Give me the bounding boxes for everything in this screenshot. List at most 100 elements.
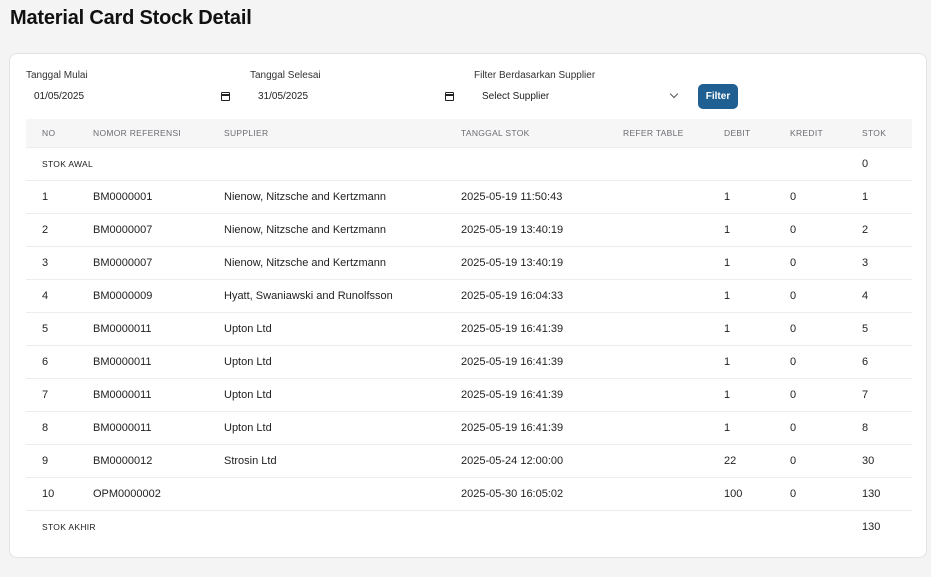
opening-stock-label: STOK AWAL — [42, 158, 94, 169]
cell-debit: 1 — [724, 289, 731, 302]
table-row: 8 BM0000011 Upton Ltd 2025-05-19 16:41:39 1 0… — [26, 411, 912, 444]
cell-refer — [623, 444, 724, 477]
table-row: 7 BM0000011 Upton Ltd 2025-05-19 16:41:39 1 0… — [26, 378, 912, 411]
cell-refer — [623, 411, 724, 444]
calendar-icon[interactable] — [221, 92, 230, 101]
table-row: 1 BM0000001 Nienow, Nitzsche and Kertzmann… — [26, 180, 912, 213]
cell-stok: 5 — [862, 322, 869, 335]
cell-no: 10 — [42, 487, 55, 500]
header-refer: REFER TABLE — [623, 127, 684, 138]
cell-stok: 7 — [862, 388, 869, 401]
cell-refer — [623, 345, 724, 378]
cell-ref: OPM0000002 — [93, 487, 161, 500]
stock-card: Tanggal Mulai 01/05/2025 Tanggal Selesai… — [9, 53, 927, 558]
start-date-input[interactable]: 01/05/2025 — [26, 86, 234, 106]
cell-date: 2025-05-19 16:41:39 — [461, 388, 564, 401]
cell-kredit: 0 — [790, 454, 797, 467]
cell-no: 4 — [42, 289, 49, 302]
cell-debit: 100 — [724, 487, 743, 500]
cell-kredit: 0 — [790, 355, 797, 368]
cell-debit: 1 — [724, 223, 731, 236]
cell-ref: BM0000001 — [93, 190, 153, 203]
cell-date: 2025-05-24 12:00:00 — [461, 454, 564, 467]
header-debit: DEBIT — [724, 127, 751, 138]
cell-kredit: 0 — [790, 322, 797, 335]
cell-date: 2025-05-19 11:50:43 — [461, 190, 563, 203]
table-row: 5 BM0000011 Upton Ltd 2025-05-19 16:41:39 1 0… — [26, 312, 912, 345]
calendar-icon[interactable] — [445, 92, 454, 101]
cell-stok: 3 — [862, 256, 869, 269]
cell-stok: 8 — [862, 421, 869, 434]
header-kredit: KREDIT — [790, 127, 823, 138]
cell-date: 2025-05-19 13:40:19 — [461, 256, 564, 269]
cell-supplier: Strosin Ltd — [224, 454, 277, 467]
cell-ref: BM0000011 — [93, 322, 152, 335]
cell-debit: 1 — [724, 190, 731, 203]
stock-table: NO NOMOR REFERENSI SUPPLIER TANGGAL STOK… — [26, 119, 912, 543]
cell-no: 3 — [42, 256, 49, 269]
cell-debit: 1 — [724, 355, 731, 368]
cell-date: 2025-05-19 16:04:33 — [461, 289, 564, 302]
cell-supplier: Nienow, Nitzsche and Kertzmann — [224, 190, 387, 203]
cell-debit: 22 — [724, 454, 737, 467]
header-no: NO — [42, 127, 56, 138]
cell-supplier: Upton Ltd — [224, 421, 272, 434]
cell-supplier: Nienow, Nitzsche and Kertzmann — [224, 256, 387, 269]
closing-stock-label: STOK AKHIR — [42, 521, 96, 532]
cell-supplier: Upton Ltd — [224, 355, 272, 368]
page-title: Material Card Stock Detail — [10, 7, 252, 29]
cell-date: 2025-05-19 13:40:19 — [461, 223, 564, 236]
cell-ref: BM0000011 — [93, 421, 152, 434]
supplier-select-value: Select Supplier — [482, 91, 550, 102]
cell-refer — [623, 246, 724, 279]
cell-kredit: 0 — [790, 388, 797, 401]
header-ref: NOMOR REFERENSI — [93, 127, 182, 138]
start-date-label: Tanggal Mulai — [26, 70, 88, 81]
table-row: 4 BM0000009 Hyatt, Swaniawski and Runolfss… — [26, 279, 912, 312]
cell-no: 5 — [42, 322, 49, 335]
opening-stock-row: STOK AWAL 0 — [26, 147, 912, 180]
opening-stock-value: 0 — [862, 157, 869, 170]
cell-kredit: 0 — [790, 190, 797, 203]
cell-kredit: 0 — [790, 223, 797, 236]
cell-kredit: 0 — [790, 487, 797, 500]
start-date-value: 01/05/2025 — [34, 90, 85, 102]
filter-button[interactable]: Filter — [698, 84, 738, 109]
cell-stok: 130 — [862, 487, 881, 500]
cell-supplier — [224, 477, 461, 510]
cell-refer — [623, 279, 724, 312]
header-date: TANGGAL STOK — [461, 127, 530, 138]
filter-bar: Tanggal Mulai 01/05/2025 Tanggal Selesai… — [10, 54, 926, 118]
table-header-row: NO NOMOR REFERENSI SUPPLIER TANGGAL STOK… — [26, 119, 912, 147]
end-date-value: 31/05/2025 — [258, 90, 309, 102]
cell-ref: BM0000011 — [93, 388, 152, 401]
end-date-label: Tanggal Selesai — [250, 70, 321, 81]
cell-debit: 1 — [724, 256, 731, 269]
cell-supplier: Upton Ltd — [224, 322, 272, 335]
cell-ref: BM0000009 — [93, 289, 153, 302]
cell-supplier: Nienow, Nitzsche and Kertzmann — [224, 223, 387, 236]
supplier-select[interactable]: Select Supplier — [474, 84, 682, 108]
cell-no: 2 — [42, 223, 49, 236]
table-row: 2 BM0000007 Nienow, Nitzsche and Kertzmann… — [26, 213, 912, 246]
cell-ref: BM0000011 — [93, 355, 152, 368]
cell-refer — [623, 477, 724, 510]
cell-no: 8 — [42, 421, 49, 434]
end-date-input[interactable]: 31/05/2025 — [250, 86, 458, 106]
cell-no: 7 — [42, 388, 49, 401]
cell-kredit: 0 — [790, 256, 797, 269]
cell-no: 1 — [42, 190, 49, 203]
cell-refer — [623, 180, 724, 213]
cell-stok: 4 — [862, 289, 869, 302]
cell-supplier: Upton Ltd — [224, 388, 272, 401]
cell-refer — [623, 378, 724, 411]
chevron-down-icon — [669, 89, 679, 99]
header-stok: STOK — [862, 127, 887, 138]
cell-ref: BM0000007 — [93, 256, 153, 269]
closing-stock-row: STOK AKHIR 130 — [26, 510, 912, 543]
header-supplier: SUPPLIER — [224, 127, 269, 138]
table-row: 3 BM0000007 Nienow, Nitzsche and Kertzmann… — [26, 246, 912, 279]
cell-date: 2025-05-19 16:41:39 — [461, 421, 564, 434]
cell-refer — [623, 312, 724, 345]
table-row: 9 BM0000012 Strosin Ltd 2025-05-24 12:00:00… — [26, 444, 912, 477]
